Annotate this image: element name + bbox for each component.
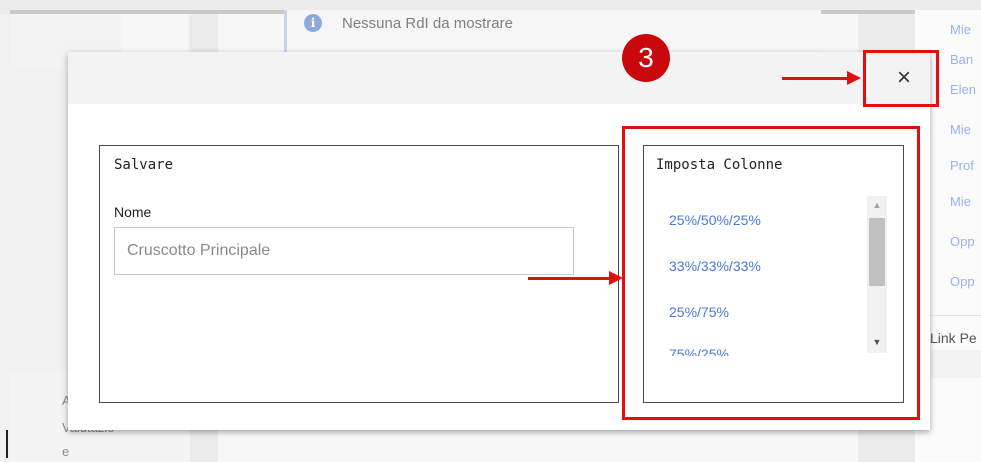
right-link-8[interactable]: Opp — [950, 274, 975, 289]
name-input[interactable]: Cruscotto Principale — [114, 227, 574, 275]
arrow-to-columns-icon — [609, 271, 623, 285]
save-section-title: Salvare — [114, 157, 174, 173]
right-link-7[interactable]: Opp — [950, 234, 975, 249]
arrow-to-close-icon — [847, 71, 861, 85]
left-text-3: e — [62, 444, 70, 459]
right-link-4[interactable]: Mie — [950, 122, 971, 137]
right-panel-bottom — [930, 350, 981, 378]
info-message: Nessuna RdI da mostrare — [342, 15, 513, 32]
right-link-5[interactable]: Prof — [950, 158, 974, 173]
right-link-1[interactable]: Mie — [950, 22, 971, 37]
right-heading: Link Pe — [930, 330, 977, 346]
right-divider — [930, 315, 981, 316]
text-cursor — [6, 430, 8, 458]
name-label: Nome — [114, 204, 152, 220]
step-badge: 3 — [622, 34, 670, 82]
right-link-2[interactable]: Ban — [950, 52, 973, 67]
right-link-6[interactable]: Mie — [950, 194, 971, 209]
arrow-to-close-line — [782, 77, 848, 80]
arrow-to-columns-line — [528, 277, 610, 280]
highlight-columns-section — [622, 126, 920, 420]
right-link-3[interactable]: Elen — [950, 82, 976, 97]
highlight-close-button — [863, 50, 939, 107]
info-icon: i — [304, 14, 322, 32]
